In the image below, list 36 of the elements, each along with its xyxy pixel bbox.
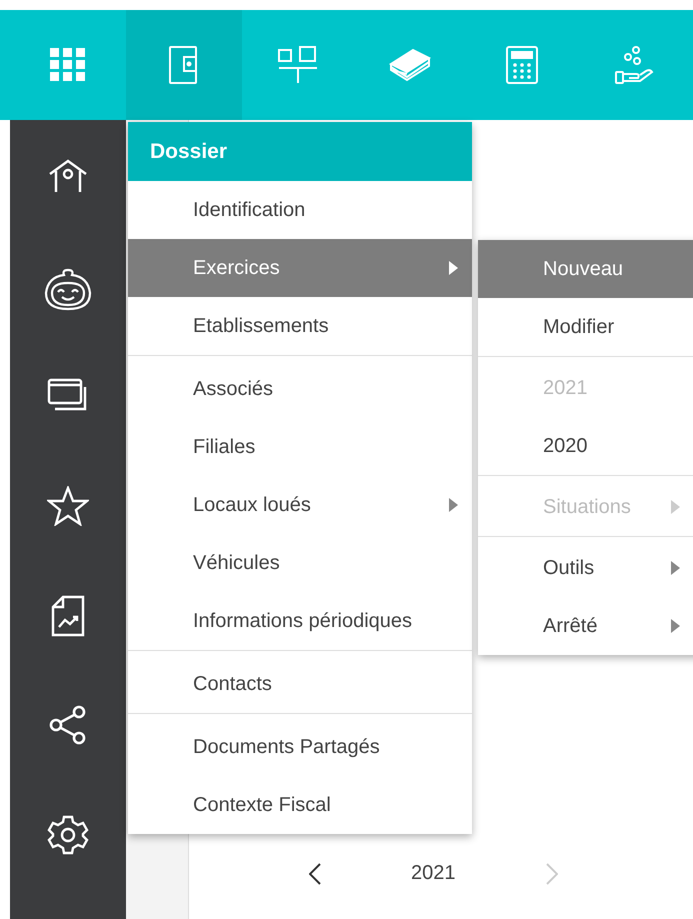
menu-item[interactable]: Etablissements bbox=[128, 297, 472, 355]
menu-item[interactable]: Locaux loués bbox=[128, 476, 472, 534]
wallet-icon bbox=[168, 45, 200, 85]
money-stack-icon bbox=[389, 48, 431, 82]
smiling-face-icon bbox=[44, 267, 92, 312]
menu-item[interactable]: Nouveau bbox=[478, 240, 693, 298]
caret-icon bbox=[671, 500, 680, 514]
caret-icon bbox=[449, 261, 458, 275]
caret-icon bbox=[671, 619, 680, 633]
toolbar-button[interactable] bbox=[126, 10, 242, 120]
settings-icon bbox=[47, 814, 89, 856]
menu-item[interactable]: Exercices bbox=[128, 239, 472, 297]
menu-item[interactable]: 2020 bbox=[478, 417, 693, 475]
menu-item[interactable]: Contacts bbox=[128, 655, 472, 713]
home-icon bbox=[48, 158, 88, 194]
menu-item[interactable]: Véhicules bbox=[128, 534, 472, 592]
menu-item[interactable]: Documents Partagés bbox=[128, 718, 472, 776]
chart-document-icon bbox=[51, 595, 85, 638]
menu-item[interactable]: Filiales bbox=[128, 418, 472, 476]
menu-item[interactable]: Informations périodiques bbox=[128, 592, 472, 650]
windows-icon bbox=[47, 376, 89, 413]
menu-item[interactable]: Outils bbox=[478, 539, 693, 597]
apps-grid-icon bbox=[50, 48, 86, 82]
menu-item[interactable]: Identification bbox=[128, 181, 472, 239]
calculator-icon bbox=[505, 45, 539, 85]
hand-coins-icon bbox=[614, 45, 654, 85]
menu-item[interactable]: Associés bbox=[128, 360, 472, 418]
caret-icon bbox=[671, 561, 680, 575]
year-label: 2021 bbox=[411, 862, 456, 885]
star-icon bbox=[47, 486, 89, 526]
menu-item[interactable]: Contexte Fiscal bbox=[128, 776, 472, 834]
caret-icon bbox=[449, 498, 458, 512]
org-chart-icon bbox=[278, 46, 318, 84]
menu-item[interactable]: Arrêté bbox=[478, 597, 693, 655]
menu-item[interactable]: Modifier bbox=[478, 298, 693, 356]
menu-title: Dossier bbox=[128, 122, 472, 181]
